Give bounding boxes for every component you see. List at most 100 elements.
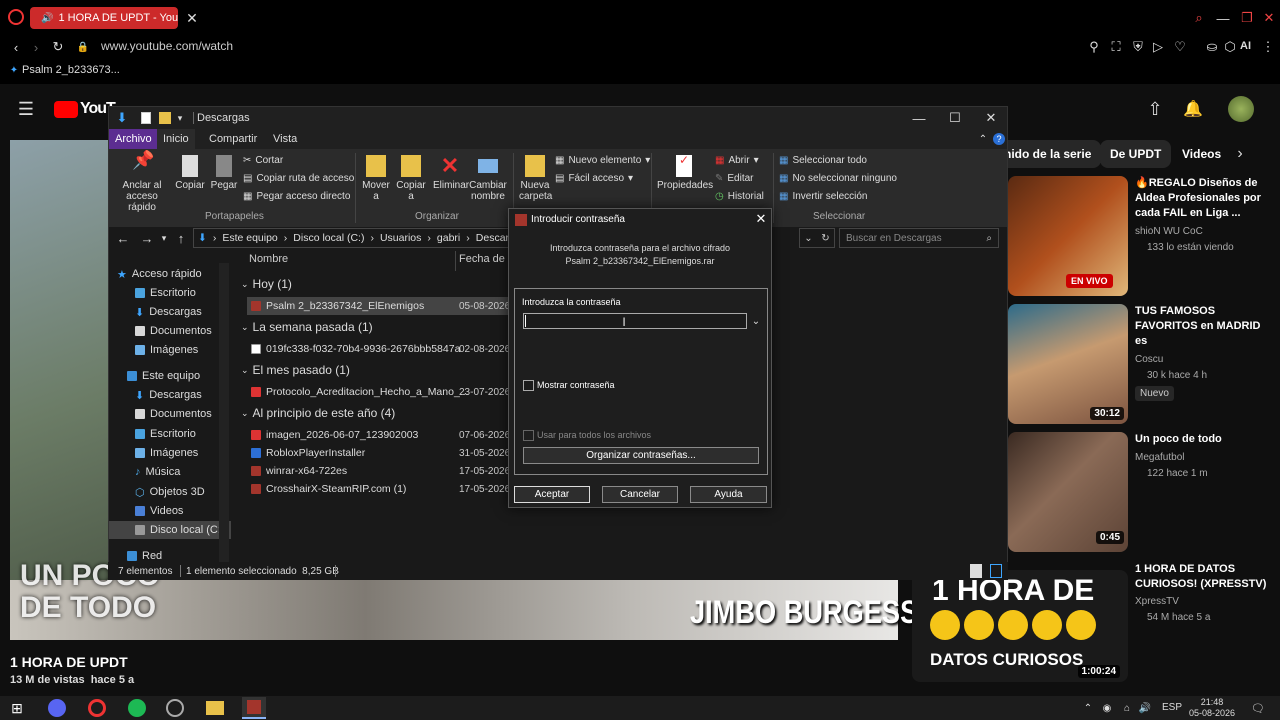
sidebar-item-objetos-3d[interactable]: ⬡ Objetos 3D (135, 483, 205, 501)
historial-button[interactable]: ◷ Historial (715, 191, 764, 202)
group-header[interactable]: ⌄ La semana pasada (1) (241, 320, 373, 334)
related-thumb-3[interactable]: 0:45 (1008, 432, 1128, 552)
sidebar-item-este-equipo[interactable]: Este equipo (127, 367, 200, 385)
chip-videos[interactable]: Videos (1172, 140, 1231, 168)
password-input[interactable] (523, 313, 747, 329)
refresh-icon[interactable]: ↻ (821, 233, 829, 244)
breadcrumb-item[interactable]: Disco local (C:) (293, 232, 364, 244)
tiles-view-icon[interactable] (990, 564, 1002, 578)
propiedades-button[interactable]: ✓ Propiedades (657, 154, 713, 191)
tab-compartir[interactable]: Compartir (203, 129, 263, 149)
tab-inicio[interactable]: Inicio (157, 129, 195, 149)
show-password-checkbox[interactable] (523, 380, 534, 391)
properties-icon[interactable] (141, 112, 151, 124)
opera-logo-icon[interactable] (8, 9, 24, 25)
folder-icon[interactable] (159, 112, 171, 124)
snapshot-icon[interactable]: ⛶ (1108, 38, 1124, 56)
breadcrumb-item[interactable]: Usuarios (380, 232, 421, 244)
upload-icon[interactable]: ⇧ (1144, 98, 1166, 120)
menu-icon[interactable]: ⋮ (1260, 38, 1276, 56)
clock-time[interactable]: 21:48 (1184, 697, 1240, 707)
cancel-button[interactable]: Cancelar (602, 486, 678, 503)
related-channel-3[interactable]: Megafutbol (1135, 452, 1184, 463)
file-explorer-icon[interactable] (206, 701, 224, 715)
related-title-1[interactable]: 🔥REGALO Diseños de Aldea Profesionales p… (1135, 176, 1275, 221)
details-view-icon[interactable] (970, 564, 982, 578)
notifications-icon[interactable]: 🔔 (1182, 98, 1204, 120)
sidebar-item-documentos-2[interactable]: Documentos (135, 405, 212, 423)
pegar-button[interactable]: Pegar (209, 155, 239, 191)
table-row[interactable]: RobloxPlayerInstaller (251, 444, 365, 462)
eliminar-button[interactable]: ✕ Eliminar (433, 155, 469, 192)
no-seleccionar-button[interactable]: ▦ No seleccionar ninguno (779, 173, 897, 184)
search-box[interactable]: Buscar en Descargas ⌕ (839, 228, 999, 248)
minimize-icon[interactable]: — (1214, 9, 1232, 27)
sidebar-item-escritorio[interactable]: Escritorio (135, 284, 196, 302)
chevron-up-icon[interactable]: ⌃ (1082, 700, 1094, 716)
table-row[interactable]: winrar-x64-722es (251, 462, 347, 480)
reload-icon[interactable]: ↻ (50, 38, 66, 56)
organize-passwords-button[interactable]: Organizar contraseñas... (523, 447, 759, 464)
volume-icon[interactable]: 🔊 (1138, 700, 1152, 716)
url-text[interactable]: www.youtube.com/watch (101, 39, 233, 53)
sidebar-item-imagenes-2[interactable]: Imágenes (135, 444, 198, 462)
search-icon[interactable]: ⌕ (1190, 9, 1208, 27)
related-thumb-2[interactable]: 30:12 (1008, 304, 1128, 424)
cortar-button[interactable]: ✂ Cortar (243, 155, 283, 166)
tab-vista[interactable]: Vista (267, 129, 303, 149)
avatar[interactable] (1228, 96, 1254, 122)
sidebar-item-descargas[interactable]: ⬇ Descargas (135, 303, 202, 321)
sidebar-item-musica[interactable]: ♪ Música (135, 463, 180, 481)
maximize-icon[interactable]: ☐ (947, 109, 963, 127)
language-indicator[interactable]: ESP (1162, 702, 1182, 713)
windows-start-icon[interactable]: ⊞ (8, 699, 26, 717)
related-thumb-1[interactable]: EN VIVO (1008, 176, 1128, 296)
copiar-ruta-button[interactable]: ▤ Copiar ruta de acceso (243, 173, 354, 184)
related-title-4[interactable]: 1 HORA DE DATOS CURIOSOS! (XPRESSTV) (1135, 562, 1275, 592)
column-header-name[interactable]: Nombre (249, 253, 288, 265)
group-header[interactable]: ⌄ Al principio de este año (4) (241, 406, 395, 420)
close-window-icon[interactable]: ✕ (983, 109, 999, 127)
sidebar-item-imagenes[interactable]: Imágenes (135, 341, 198, 359)
wallet-icon[interactable]: ⛀ (1204, 38, 1220, 56)
copiar-button[interactable]: Copiar (175, 155, 205, 191)
spotify-icon[interactable] (128, 699, 146, 717)
related-thumb-4[interactable]: 1 HORA DE DATOS CURIOSOS 1:00:24 (912, 570, 1128, 682)
bookmark-item[interactable]: Psalm 2_b233673... (22, 64, 120, 76)
maximize-icon[interactable]: ❐ (1238, 9, 1256, 27)
help-button[interactable]: Ayuda (690, 486, 767, 503)
sidebar-item-escritorio-2[interactable]: Escritorio (135, 425, 196, 443)
back-icon[interactable]: ‹ (8, 38, 24, 56)
collapse-ribbon-icon[interactable]: ⌃ (977, 131, 989, 147)
close-tab-icon[interactable]: ✕ (182, 8, 202, 28)
opera-icon[interactable] (88, 699, 106, 717)
browser-tab[interactable]: 🔊 1 HORA DE UPDT - You (30, 7, 178, 29)
seleccionar-todo-button[interactable]: ▦ Seleccionar todo (779, 155, 867, 166)
up-icon[interactable]: ↑ (173, 230, 189, 246)
sidebar-item-videos[interactable]: Videos (135, 502, 183, 520)
play-icon[interactable]: ▷ (1150, 38, 1166, 56)
youtube-logo-icon[interactable] (54, 101, 78, 118)
copiar-a-button[interactable]: Copiar a (395, 155, 427, 202)
tab-archivo[interactable]: Archivo (109, 129, 158, 149)
ai-button[interactable]: AI (1240, 40, 1251, 52)
table-row[interactable]: imagen_2026-06-07_123902003 (251, 426, 418, 444)
clock-date[interactable]: 05-08-2026 (1184, 708, 1240, 718)
forward-icon[interactable]: › (28, 38, 44, 56)
related-channel-1[interactable]: shioN WU CoC (1135, 226, 1203, 237)
related-title-3[interactable]: Un poco de todo (1135, 432, 1275, 447)
mover-button[interactable]: Mover a (361, 155, 391, 202)
winrar-taskbar-item[interactable] (242, 697, 266, 719)
breadcrumb-item[interactable]: Este equipo (222, 232, 277, 244)
table-row[interactable]: Protocolo_Acreditacion_Hecho_a_Mano_... (251, 383, 469, 401)
sidebar-scrollbar[interactable] (219, 263, 229, 563)
notification-center-icon[interactable]: 🗨 (1250, 700, 1266, 716)
back-icon[interactable]: ← (115, 230, 131, 246)
anclar-button[interactable]: 📌 Anclar al acceso rápido (113, 151, 171, 213)
sidebar-item-descargas-2[interactable]: ⬇ Descargas (135, 386, 202, 404)
history-dropdown-icon[interactable]: ⌄ (749, 313, 763, 329)
chip-de-updt[interactable]: De UPDT (1100, 140, 1172, 168)
forward-icon[interactable]: → (139, 230, 155, 246)
cambiar-nombre-button[interactable]: Cambiar nombre (469, 155, 507, 202)
breadcrumb-item[interactable]: gabri (437, 232, 460, 244)
